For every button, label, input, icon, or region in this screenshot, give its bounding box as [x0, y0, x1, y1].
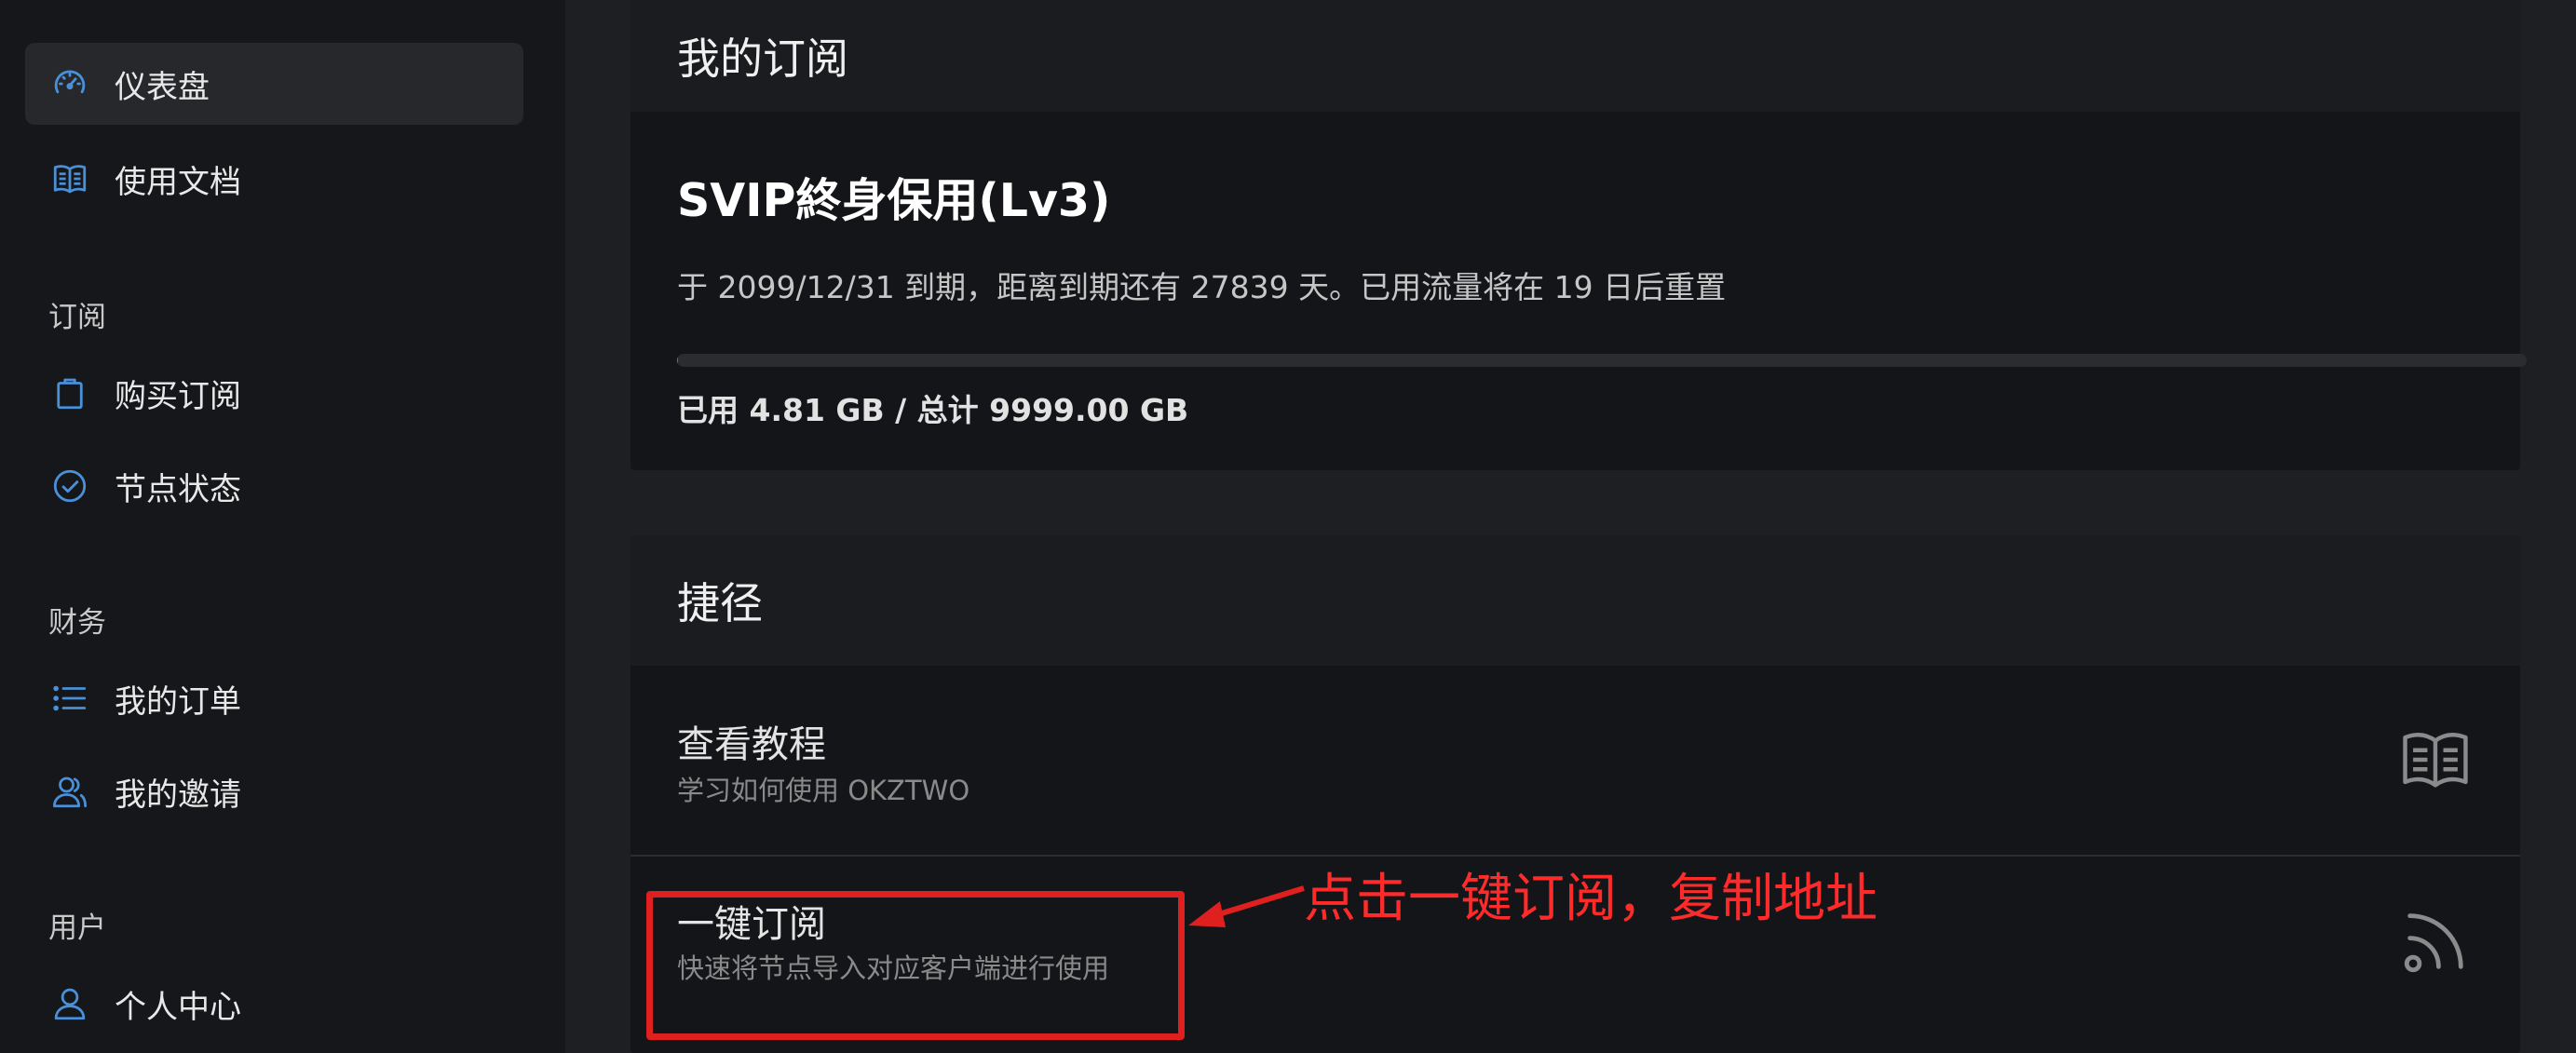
card-heading: 我的订阅	[630, 0, 2520, 112]
list-icon	[49, 678, 90, 719]
section-heading-subscription: 订阅	[48, 301, 106, 334]
nav-label: 使用文档	[115, 163, 241, 201]
usage-text: 已用 4.81 GB / 总计 9999.00 GB	[677, 392, 1189, 428]
subscription-card: 我的订阅 SVIP終身保用(Lv3) 于 2099/12/31 到期，距离到期还…	[630, 0, 2527, 470]
nav-item-my-orders[interactable]: 我的订单	[25, 657, 523, 739]
nav-label: 购买订阅	[115, 377, 241, 415]
check-circle-icon	[49, 466, 90, 506]
users-icon	[49, 771, 90, 812]
nav-item-profile[interactable]: 个人中心	[25, 963, 523, 1045]
nav-label: 仪表盘	[115, 68, 210, 106]
shortcut-title: 查看教程	[677, 723, 826, 766]
nav-label: 节点状态	[115, 470, 241, 508]
sidebar: 仪表盘 使用文档 订阅 购买订阅 节点状态 财务 我的订单 我的邀请 用户 个人…	[0, 0, 565, 1053]
shopping-bag-icon	[49, 372, 90, 413]
book-icon	[2397, 722, 2474, 798]
nav-item-dashboard[interactable]: 仪表盘	[25, 43, 523, 125]
nav-label: 我的订单	[115, 682, 241, 721]
nav-label: 个人中心	[115, 988, 241, 1026]
plan-name: SVIP終身保用(Lv3)	[677, 174, 1111, 227]
shortcut-subtitle: 学习如何使用 OKZTWO	[677, 775, 970, 806]
nav-item-docs[interactable]: 使用文档	[25, 138, 523, 220]
nav-item-my-invites[interactable]: 我的邀请	[25, 750, 523, 832]
nav-item-buy-subscription[interactable]: 购买订阅	[25, 352, 523, 434]
book-icon	[49, 158, 90, 199]
section-heading-user: 用户	[48, 911, 106, 945]
usage-progress-bar	[677, 354, 2527, 367]
nav-label: 我的邀请	[115, 776, 241, 814]
shortcut-view-tutorial[interactable]: 查看教程 学习如何使用 OKZTWO	[630, 666, 2520, 858]
section-heading-finance: 财务	[48, 606, 106, 640]
rss-icon	[2397, 903, 2474, 979]
card-heading: 捷径	[630, 535, 2520, 666]
nav-item-node-status[interactable]: 节点状态	[25, 445, 523, 527]
annotation-highlight-box	[646, 891, 1185, 1040]
user-icon	[49, 983, 90, 1024]
annotation-text: 点击一键订阅，复制地址	[1304, 869, 1878, 929]
dashboard-icon	[49, 63, 90, 104]
expiry-text: 于 2099/12/31 到期，距离到期还有 27839 天。已用流量将在 19…	[677, 269, 1727, 305]
usage-progress-fill	[677, 354, 678, 367]
annotation-arrow	[1188, 885, 1305, 927]
